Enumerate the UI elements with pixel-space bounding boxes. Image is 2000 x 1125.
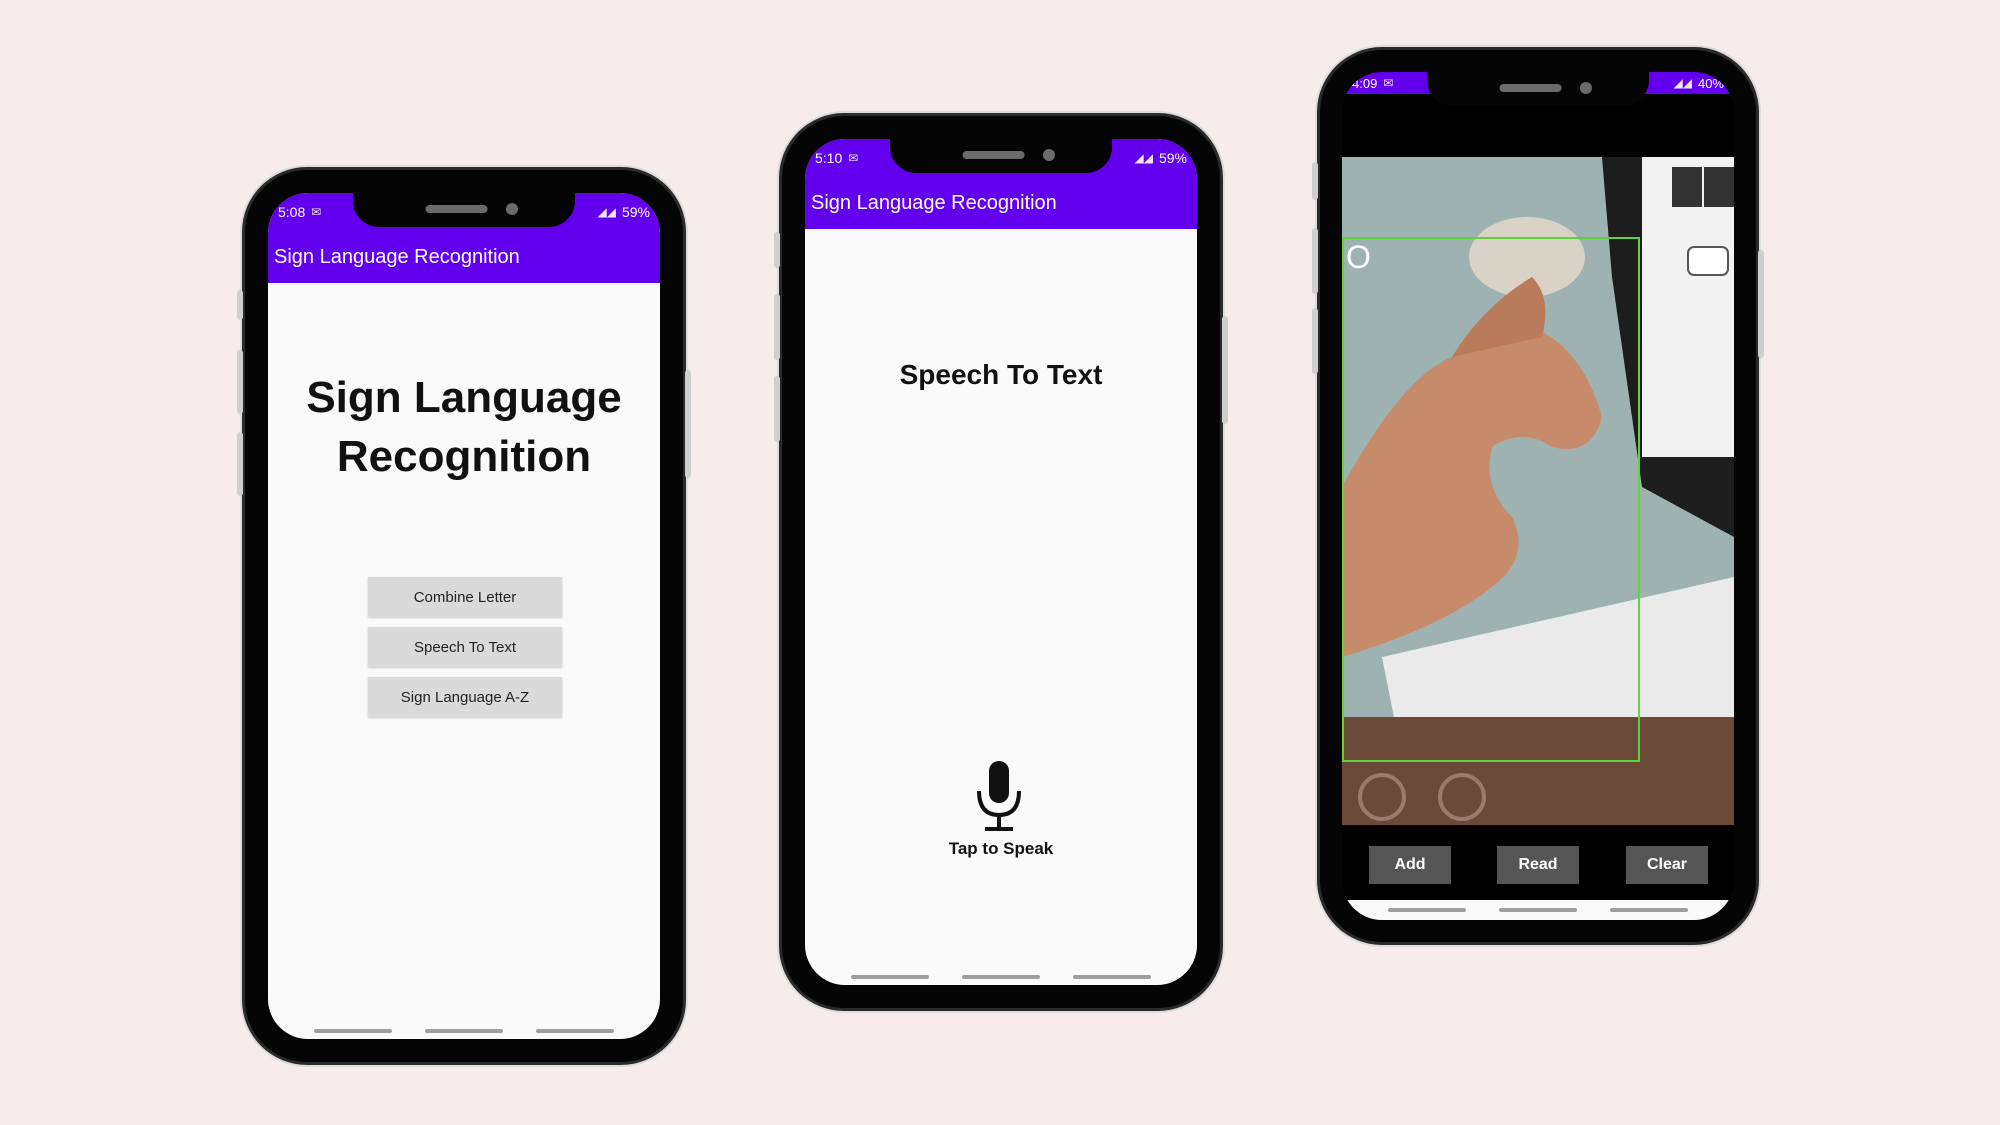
notch (353, 193, 575, 227)
sign-language-az-button[interactable]: Sign Language A-Z (368, 677, 562, 717)
front-camera (1043, 149, 1055, 161)
app-bar: Sign Language Recognition (268, 231, 660, 283)
main-title: Sign Language Recognition (306, 373, 622, 481)
tap-to-speak-label[interactable]: Tap to Speak (805, 839, 1197, 859)
nav-indicator[interactable] (314, 1029, 393, 1033)
front-camera (506, 203, 518, 215)
battery-level: 59% (621, 204, 650, 220)
screen: 5:08 ✉ ◢◢ 59% Sign Language Recognition … (268, 193, 660, 1039)
speech-to-text-button[interactable]: Speech To Text (368, 627, 562, 667)
nav-bar (1342, 908, 1734, 912)
front-camera (1580, 82, 1592, 94)
volume-down-button (774, 376, 780, 442)
notch (1427, 72, 1649, 106)
nav-indicator[interactable] (1072, 975, 1151, 979)
status-time: 5:10 (815, 150, 843, 166)
volume-down-button (237, 432, 243, 496)
nav-bar (268, 1029, 660, 1033)
nav-indicator[interactable] (1609, 908, 1688, 912)
nav-indicator[interactable] (961, 975, 1040, 979)
power-button (685, 370, 691, 478)
detected-letter: O (1346, 239, 1371, 275)
phone-home-screen: 5:08 ✉ ◢◢ 59% Sign Language Recognition … (237, 170, 691, 1062)
notification-icon: ✉ (1383, 76, 1394, 90)
camera-preview: O (1342, 157, 1734, 825)
add-button[interactable]: Add (1369, 846, 1451, 884)
screen: 5:10 ✉ ◢◢ 59% Sign Language Recognition … (805, 139, 1197, 985)
app-bar-title: Sign Language Recognition (274, 245, 520, 268)
notch (890, 139, 1112, 173)
phone-camera-screen: 4:09 ✉ ◢◢ 40% O Add Read Clear (1312, 50, 1764, 942)
power-button (1758, 250, 1764, 358)
nav-indicator[interactable] (1388, 908, 1467, 912)
app-bar-title: Sign Language Recognition (811, 191, 1057, 214)
combine-letter-button[interactable]: Combine Letter (368, 577, 562, 617)
app-bar: Sign Language Recognition (805, 177, 1197, 229)
signal-icon: ◢◢ (1134, 151, 1153, 165)
volume-down-button (1312, 308, 1318, 374)
speaker (1499, 84, 1562, 92)
notification-icon: ✉ (848, 151, 859, 165)
volume-up-button (237, 350, 243, 414)
clear-button[interactable]: Clear (1626, 846, 1708, 884)
phone-speech-screen: 5:10 ✉ ◢◢ 59% Sign Language Recognition … (774, 116, 1228, 1008)
speaker (425, 205, 488, 213)
read-button[interactable]: Read (1497, 846, 1579, 884)
battery-level: 40% (1697, 75, 1724, 91)
status-time: 4:09 (1352, 75, 1378, 91)
battery-level: 59% (1158, 150, 1187, 166)
nav-bar (805, 975, 1197, 979)
status-time: 5:08 (278, 204, 306, 220)
nav-indicator[interactable] (1498, 908, 1577, 912)
page-heading: Speech To Text (899, 359, 1103, 390)
nav-indicator[interactable] (535, 1029, 614, 1033)
side-button (774, 232, 780, 268)
speaker (962, 151, 1025, 159)
nav-indicator[interactable] (424, 1029, 503, 1033)
power-button (1222, 316, 1228, 424)
detection-box (1342, 237, 1640, 762)
side-button (1312, 162, 1318, 200)
volume-up-button (1312, 228, 1318, 294)
signal-icon: ◢◢ (1673, 76, 1692, 90)
screen: 4:09 ✉ ◢◢ 40% O Add Read Clear (1342, 72, 1734, 920)
side-button (237, 290, 243, 320)
nav-indicator[interactable] (851, 975, 930, 979)
volume-up-button (774, 294, 780, 360)
notification-icon: ✉ (311, 205, 322, 219)
signal-icon: ◢◢ (597, 205, 616, 219)
microphone-icon[interactable] (975, 761, 1023, 833)
